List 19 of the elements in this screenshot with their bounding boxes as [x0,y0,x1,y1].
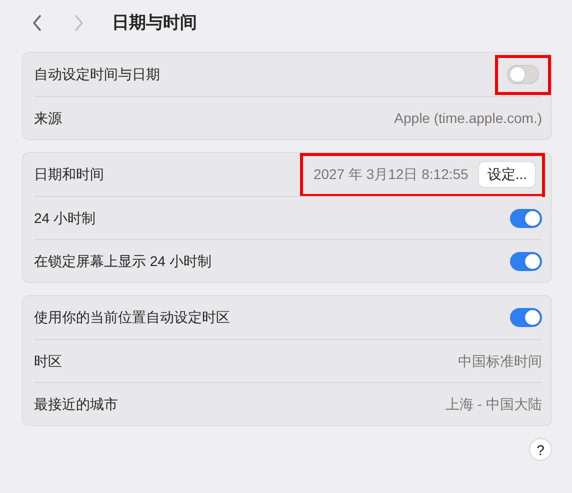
setting-label: 时区 [34,352,62,370]
setting-label: 最接近的城市 [34,394,118,414]
setting-label: 使用你的当前位置自动设定时区 [34,308,230,327]
setting-label: 在锁定屏幕上显示 24 小时制 [34,252,212,270]
setting-label: 24 小时制 [34,208,96,228]
toggle-switch[interactable] [510,308,542,327]
setting-label: 自动设定时间与日期 [34,65,160,84]
setting-label: 来源 [34,108,62,128]
help-button[interactable]: ? [529,438,552,461]
setting-label: 日期和时间 [34,165,104,184]
toggle-switch[interactable] [507,65,539,84]
page-title: 日期与时间 [112,12,197,34]
toggle-switch[interactable] [510,252,542,270]
setting-value: 上海 - 中国大陆 [446,394,542,414]
toggle-switch[interactable] [510,208,542,228]
set-button[interactable]: 设定... [478,161,536,188]
setting-value: 中国标准时间 [458,352,542,370]
date-time-value: 2027 年 3月12日 8:12:55 [313,165,468,184]
setting-value: Apple (time.apple.com.) [394,108,542,128]
